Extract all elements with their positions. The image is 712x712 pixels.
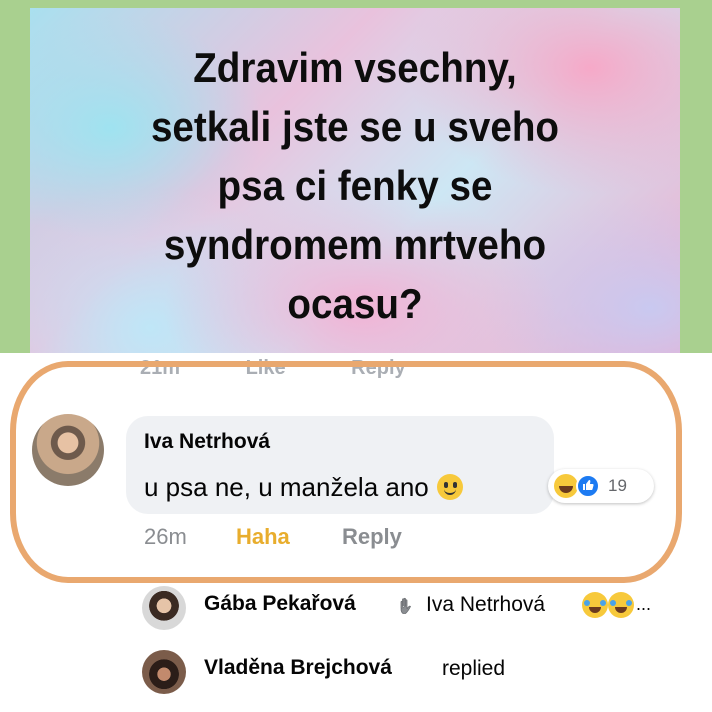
avatar[interactable] [142, 650, 186, 694]
crying-laughing-emoji-icon [582, 592, 608, 618]
highlight-circle [10, 361, 682, 583]
reply-author[interactable]: Gába Pekařová [204, 592, 356, 616]
post-image: Zdravim vsechny, setkali jste se u sveho… [30, 8, 680, 353]
crying-laughing-emoji-icon [608, 592, 634, 618]
post-text: Zdravim vsechny, setkali jste se u sveho… [150, 44, 560, 327]
avatar[interactable] [142, 586, 186, 630]
hand-icon [400, 597, 411, 614]
reply-status: replied [442, 657, 506, 680]
reply-author[interactable]: Vladěna Brejchová [204, 656, 392, 680]
reply-mention[interactable]: Iva Netrhová [426, 593, 545, 617]
reply-ellipsis: ... [636, 594, 652, 614]
